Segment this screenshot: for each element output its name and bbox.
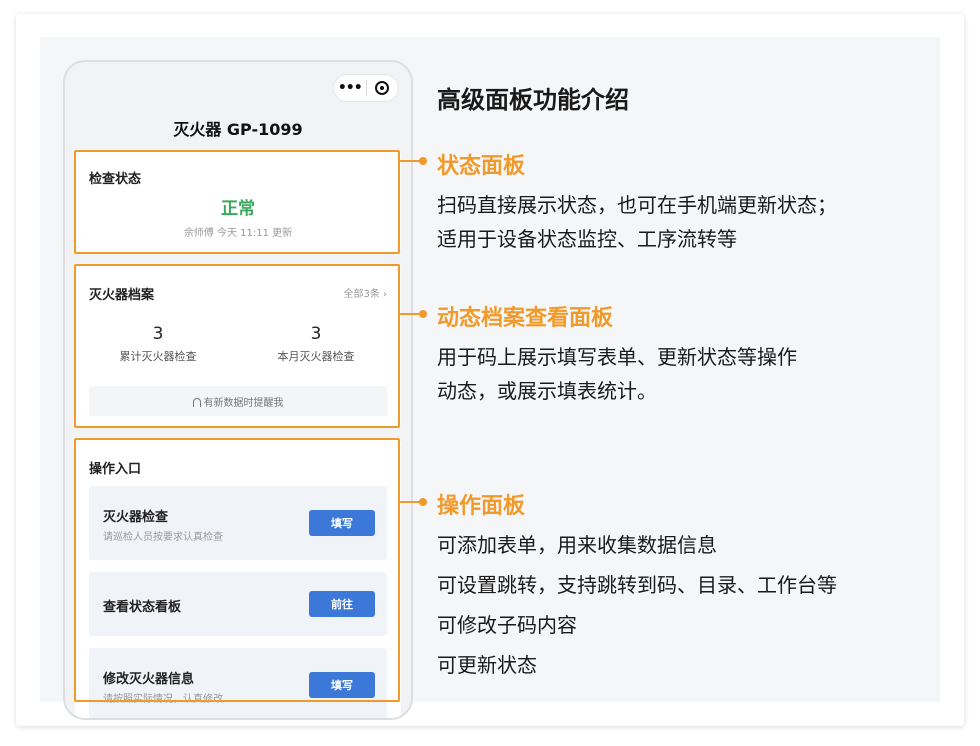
section-line: 可添加表单，用来收集数据信息 [437, 533, 717, 557]
section-line: 动态，或展示填表统计。 [437, 379, 657, 403]
highlight-operations-panel [74, 438, 400, 702]
close-target-icon[interactable] [366, 81, 398, 95]
section-line: 适用于设备状态监控、工序流转等 [437, 227, 737, 251]
connector-line [400, 157, 427, 165]
page-title: 灭火器 GP-1099 [173, 120, 303, 139]
section-line: 可修改子码内容 [437, 613, 577, 637]
section-line: 扫码直接展示状态，也可在手机端更新状态； [437, 193, 837, 217]
connector-line [400, 310, 427, 318]
highlight-status-panel [74, 150, 400, 254]
section-title-operations: 操作面板 [437, 494, 526, 519]
section-title-status: 状态面板 [437, 154, 526, 179]
intro-title: 高级面板功能介绍 [437, 86, 629, 114]
highlight-archive-panel [74, 264, 400, 428]
connector-line [400, 498, 427, 506]
section-title-archive: 动态档案查看面板 [437, 306, 614, 331]
more-icon[interactable]: ••• [334, 80, 366, 96]
mini-program-capsule: ••• [333, 74, 399, 102]
section-line: 可设置跳转，支持跳转到码、目录、工作台等 [437, 573, 837, 597]
section-line: 用于码上展示填写表单、更新状态等操作 [437, 345, 797, 369]
section-line: 可更新状态 [437, 653, 537, 677]
